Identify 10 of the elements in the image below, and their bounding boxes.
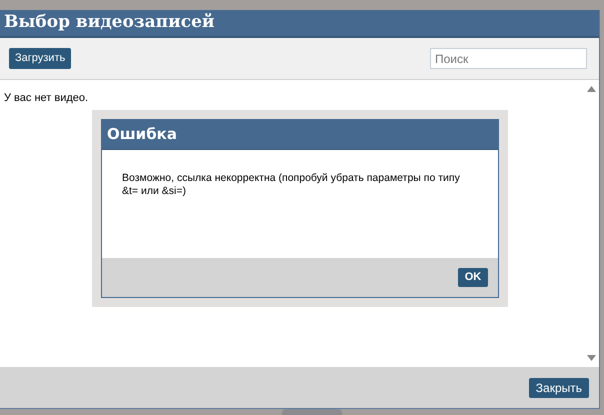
scroll-up-icon[interactable] (586, 86, 596, 92)
close-button[interactable]: Закрыть (528, 378, 589, 398)
window-title: Выбор видеозаписей (4, 11, 214, 34)
error-dialog-title: Ошибка (107, 124, 177, 146)
error-message: Возможно, ссылка некорректна (попробуй убрать параметры по типу &t= или &si=) (122, 172, 461, 198)
search-field[interactable]: Поиск (430, 48, 587, 69)
scroll-down-icon[interactable] (586, 355, 596, 361)
empty-message: У вас нет видео. (4, 92, 88, 104)
upload-button[interactable]: Загрузить (9, 48, 72, 69)
ok-button[interactable]: OK (458, 268, 488, 287)
